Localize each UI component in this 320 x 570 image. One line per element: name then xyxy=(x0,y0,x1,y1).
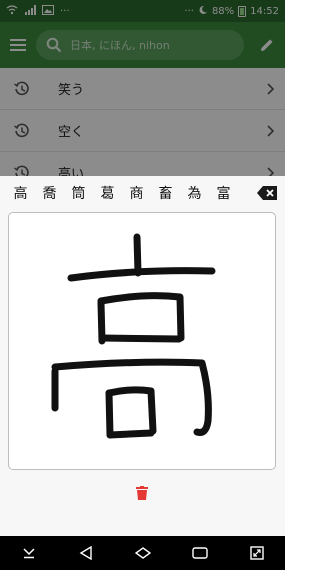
candidate-kanji[interactable]: 筒 xyxy=(64,183,93,203)
candidate-kanji[interactable]: 葛 xyxy=(93,183,122,203)
recent-apps-icon[interactable] xyxy=(186,539,214,567)
handwriting-panel: 高 喬 筒 葛 商 畜 為 富 xyxy=(0,176,285,536)
home-icon[interactable] xyxy=(129,539,157,567)
hide-nav-down-icon[interactable] xyxy=(15,539,43,567)
candidate-kanji[interactable]: 高 xyxy=(6,183,35,203)
drawing-canvas[interactable] xyxy=(8,212,276,470)
dim-overlay[interactable] xyxy=(0,0,285,176)
candidate-kanji[interactable]: 為 xyxy=(180,183,209,203)
candidate-bar: 高 喬 筒 葛 商 畜 為 富 xyxy=(0,176,285,210)
candidate-kanji[interactable]: 富 xyxy=(209,183,238,203)
trash-icon[interactable] xyxy=(133,483,151,503)
expand-icon[interactable] xyxy=(243,539,271,567)
backspace-icon[interactable] xyxy=(249,186,285,200)
back-icon[interactable] xyxy=(72,539,100,567)
handwritten-kanji-strokes xyxy=(51,233,216,439)
android-nav-bar xyxy=(0,536,285,570)
candidate-kanji[interactable]: 商 xyxy=(122,183,151,203)
candidate-kanji[interactable]: 喬 xyxy=(35,183,64,203)
candidate-kanji[interactable]: 畜 xyxy=(151,183,180,203)
